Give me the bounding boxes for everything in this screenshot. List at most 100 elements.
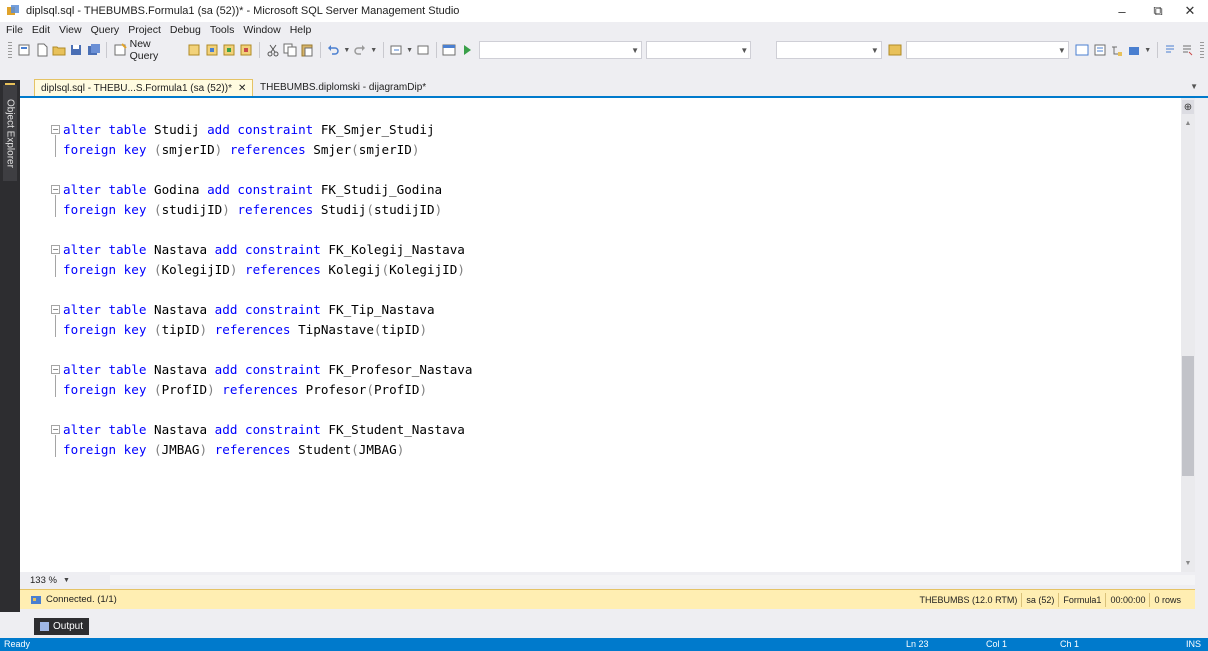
- minimize-button[interactable]: –: [1102, 0, 1142, 22]
- toolbox-icon[interactable]: [1127, 42, 1142, 58]
- code-token: Godina: [154, 182, 208, 197]
- tab-diplsql[interactable]: diplsql.sql - THEBU...S.Formula1 (sa (52…: [34, 79, 254, 96]
- menu-view[interactable]: View: [59, 24, 82, 36]
- code-line[interactable]: foreign key (JMBAG) references Student(J…: [63, 440, 472, 460]
- tab-close-icon[interactable]: ✕: [238, 83, 246, 94]
- code-token: Profesor: [305, 382, 367, 397]
- toolbox-dropdown-icon[interactable]: ▼: [1144, 42, 1152, 58]
- vertical-scrollbar[interactable]: ⊕ ▲ ▼: [1181, 98, 1195, 572]
- object-explorer-tab[interactable]: Object Explorer: [3, 85, 17, 181]
- collapse-toggle-icon[interactable]: −: [51, 125, 60, 134]
- code-line[interactable]: [63, 160, 472, 180]
- collapse-toggle-icon[interactable]: −: [51, 185, 60, 194]
- menu-help[interactable]: Help: [290, 24, 312, 36]
- scrollbar-thumb[interactable]: [1182, 356, 1194, 476]
- redo-icon[interactable]: [353, 42, 368, 58]
- ssms-app-icon: [6, 4, 20, 18]
- code-token: foreign key: [63, 442, 154, 457]
- collapse-toggle-icon[interactable]: −: [51, 425, 60, 434]
- solution-config-combo[interactable]: ▼: [479, 41, 642, 59]
- code-line[interactable]: foreign key (tipID) references TipNastav…: [63, 320, 472, 340]
- xmla-query-icon[interactable]: [239, 42, 254, 58]
- cut-icon[interactable]: [265, 42, 280, 58]
- zoom-dropdown-icon[interactable]: ▼: [63, 577, 70, 584]
- horizontal-scrollbar[interactable]: [110, 575, 1195, 585]
- code-token: add constraint: [207, 122, 321, 137]
- output-panel-bar: Output: [0, 612, 1208, 638]
- save-all-icon[interactable]: [86, 42, 101, 58]
- code-line[interactable]: alter table Godina add constraint FK_Stu…: [51, 180, 472, 217]
- search-combo[interactable]: ▼: [906, 41, 1069, 59]
- code-token: ): [207, 382, 223, 397]
- toolbar-grip[interactable]: [8, 42, 12, 58]
- collapse-toggle-icon[interactable]: −: [51, 245, 60, 254]
- menu-project[interactable]: Project: [128, 24, 161, 36]
- comment-icon[interactable]: [1163, 42, 1178, 58]
- menu-window[interactable]: Window: [243, 24, 280, 36]
- save-icon[interactable]: [69, 42, 84, 58]
- code-token: Studij: [320, 202, 367, 217]
- query-editor[interactable]: alter table Studij add constraint FK_Smj…: [20, 98, 1188, 572]
- code-line[interactable]: alter table Nastava add constraint FK_Ti…: [51, 300, 472, 337]
- close-button[interactable]: ✕: [1170, 0, 1208, 22]
- paste-icon[interactable]: [299, 42, 314, 58]
- code-line[interactable]: [63, 400, 472, 420]
- scroll-down-icon[interactable]: ▼: [1181, 560, 1195, 567]
- analysis-dmx-query-icon[interactable]: [221, 42, 236, 58]
- tab-list-dropdown-icon[interactable]: ▼: [1190, 82, 1198, 91]
- db-engine-query-icon[interactable]: [187, 42, 202, 58]
- code-token: (: [351, 442, 359, 457]
- status-ready: Ready: [4, 639, 31, 649]
- undo-icon[interactable]: [326, 42, 341, 58]
- find-combo[interactable]: ▼: [776, 41, 882, 59]
- code-line[interactable]: [63, 220, 472, 240]
- window-layout-icon[interactable]: [442, 42, 457, 58]
- code-line[interactable]: alter table Nastava add constraint FK_St…: [51, 420, 472, 457]
- tab-output[interactable]: Output: [34, 618, 90, 635]
- collapse-toggle-icon[interactable]: −: [51, 305, 60, 314]
- code-line[interactable]: alter table Nastava add constraint FK_Ko…: [51, 240, 472, 277]
- open-folder-icon[interactable]: [51, 42, 66, 58]
- code-line[interactable]: [63, 280, 472, 300]
- navigate-backward-icon[interactable]: [389, 42, 404, 58]
- menu-bar: File Edit View Query Project Debug Tools…: [0, 22, 1208, 38]
- uncomment-icon[interactable]: [1180, 42, 1195, 58]
- split-window-icon[interactable]: ⊕: [1182, 100, 1194, 114]
- navigate-forward-icon[interactable]: [415, 42, 430, 58]
- new-project-icon[interactable]: [17, 42, 32, 58]
- menu-query[interactable]: Query: [91, 24, 120, 36]
- redo-dropdown-icon[interactable]: ▼: [370, 42, 378, 58]
- code-area[interactable]: alter table Studij add constraint FK_Smj…: [51, 120, 472, 460]
- code-line[interactable]: alter table Studij add constraint FK_Smj…: [51, 120, 472, 157]
- menu-file[interactable]: File: [6, 24, 23, 36]
- start-icon[interactable]: [459, 42, 474, 58]
- code-line[interactable]: alter table Nastava add constraint FK_Pr…: [51, 360, 472, 397]
- code-token: ): [419, 382, 428, 397]
- solution-platform-combo[interactable]: ▼: [646, 41, 752, 59]
- code-line[interactable]: foreign key (ProfID) references Profesor…: [63, 380, 472, 400]
- collapse-toggle-icon[interactable]: −: [51, 365, 60, 374]
- navigate-dropdown-icon[interactable]: ▼: [406, 42, 414, 58]
- properties-icon[interactable]: [1092, 42, 1107, 58]
- menu-tools[interactable]: Tools: [210, 24, 235, 36]
- code-line[interactable]: foreign key (KolegijID) references Koleg…: [63, 260, 472, 280]
- code-line[interactable]: foreign key (smjerID) references Smjer(s…: [63, 140, 472, 160]
- new-file-icon[interactable]: [34, 42, 49, 58]
- code-token: ): [229, 262, 246, 277]
- code-line[interactable]: foreign key (studijID) references Studij…: [63, 200, 472, 220]
- new-query-button[interactable]: New Query: [113, 38, 179, 62]
- analysis-mdx-query-icon[interactable]: [204, 42, 219, 58]
- undo-dropdown-icon[interactable]: ▼: [343, 42, 351, 58]
- find-in-files-icon[interactable]: [888, 42, 903, 58]
- menu-edit[interactable]: Edit: [32, 24, 50, 36]
- code-token: FK_Student_Nastava: [328, 422, 465, 437]
- code-line[interactable]: [63, 340, 472, 360]
- menu-debug[interactable]: Debug: [170, 24, 201, 36]
- tab-dijagram[interactable]: THEBUMBS.diplomski - dijagramDip*: [256, 79, 430, 96]
- solution-explorer-icon[interactable]: [1075, 42, 1090, 58]
- toolbar-overflow[interactable]: [1200, 42, 1204, 58]
- scroll-up-icon[interactable]: ▲: [1181, 120, 1195, 127]
- object-explorer-icon[interactable]: [1109, 42, 1124, 58]
- copy-icon[interactable]: [282, 42, 297, 58]
- zoom-combo[interactable]: 133 % ▼: [30, 575, 70, 586]
